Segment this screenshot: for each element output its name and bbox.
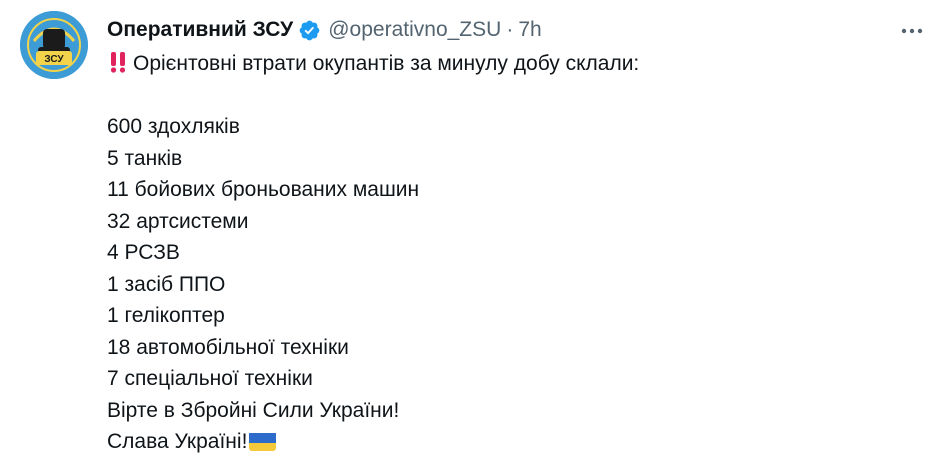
more-options-icon: [901, 28, 923, 34]
avatar-logo-icon: ЗСУ: [20, 11, 88, 79]
loss-item: 11 бойових броньованих машин: [107, 178, 420, 201]
loss-item: 1 засіб ППО: [107, 272, 226, 296]
separator-dot: ·: [506, 18, 514, 41]
tweet-text: Орієнтовні втрати окупантів за минулу до…: [107, 48, 929, 458]
loss-item: 5 танків: [107, 146, 183, 170]
closing-text: Слава Україні!: [107, 430, 248, 453]
tweet[interactable]: ЗСУ Оперативний ЗСУ @operativno_ZSU · 7h…: [0, 0, 949, 467]
headline-text: Орієнтовні втрати окупантів за минулу до…: [133, 52, 640, 75]
headline-line: Орієнтовні втрати окупантів за минулу до…: [107, 48, 929, 80]
loss-item: 18 автомобільної техніки: [107, 335, 349, 359]
more-options-button[interactable]: [897, 18, 927, 44]
display-name[interactable]: Оперативний ЗСУ: [107, 18, 293, 42]
closing-line: Вірте в Збройні Сили України!: [107, 398, 400, 422]
verified-badge-icon[interactable]: [298, 19, 321, 42]
handle[interactable]: @operativno_ZSU: [328, 18, 501, 42]
timestamp[interactable]: 7h: [518, 18, 541, 42]
loss-item: 4 РСЗВ: [107, 241, 180, 264]
double-exclamation-icon: [110, 52, 126, 73]
loss-item: 600 здохляків: [107, 115, 240, 138]
loss-item: 1 гелікоптер: [107, 304, 225, 327]
loss-item: 32 артсистеми: [107, 209, 249, 233]
avatar[interactable]: ЗСУ: [20, 11, 88, 79]
ukraine-flag-icon: [249, 431, 277, 451]
closing-line-flag: Слава Україні!: [107, 426, 929, 458]
avatar-text: ЗСУ: [44, 54, 64, 65]
tweet-header: Оперативний ЗСУ @operativno_ZSU · 7h: [107, 15, 889, 45]
loss-item: 7 спеціальної техніки: [107, 367, 313, 390]
